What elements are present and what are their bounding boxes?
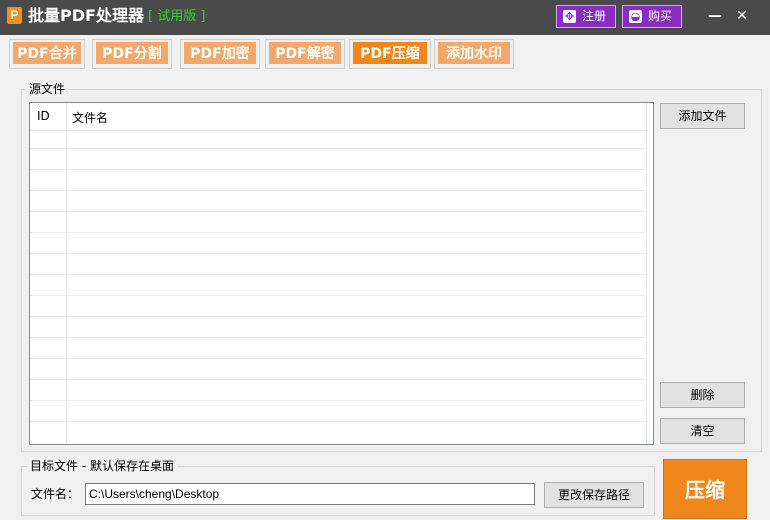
target-group-title: 目标文件 - 默认保存在桌面 xyxy=(27,458,177,474)
add-file-button[interactable]: 添加文件 xyxy=(660,103,745,129)
row-line xyxy=(30,337,646,338)
tab-label: 添加水印 xyxy=(438,42,510,64)
register-label: 注册 xyxy=(582,9,607,23)
row-line xyxy=(30,295,646,296)
row-line xyxy=(30,379,646,380)
close-button[interactable]: ✕ xyxy=(731,6,753,26)
tab-label: PDF解密 xyxy=(269,42,341,64)
list-header: ID 文件名 xyxy=(30,103,646,131)
row-line xyxy=(30,316,646,317)
row-line xyxy=(30,148,646,149)
app-logo-icon: P xyxy=(7,7,22,24)
tab-add-watermark[interactable]: 添加水印 xyxy=(434,39,514,69)
column-header-id[interactable]: ID xyxy=(37,109,50,123)
row-line xyxy=(30,274,646,275)
column-header-filename[interactable]: 文件名 xyxy=(72,109,108,126)
app-title: 批量PDF处理器 xyxy=(28,6,144,25)
row-line xyxy=(30,253,646,254)
column-divider xyxy=(646,103,647,444)
edition-label: [ 试用版 ] xyxy=(148,9,206,24)
row-line xyxy=(30,232,646,233)
delete-button[interactable]: 删除 xyxy=(660,382,745,408)
row-line xyxy=(30,400,646,401)
tab-label: PDF压缩 xyxy=(353,42,427,64)
row-line xyxy=(30,190,646,191)
buy-label: 购买 xyxy=(648,9,673,23)
minimize-button[interactable]: — xyxy=(704,6,726,26)
tab-pdf-split[interactable]: PDF分割 xyxy=(92,39,172,69)
clear-button[interactable]: 清空 xyxy=(660,418,745,444)
tab-pdf-merge[interactable]: PDF合并 xyxy=(9,39,85,69)
row-line xyxy=(30,169,646,170)
row-line xyxy=(30,211,646,212)
cart-icon: ◒ xyxy=(629,10,642,23)
tab-pdf-encrypt[interactable]: PDF加密 xyxy=(180,39,260,69)
row-line xyxy=(30,421,646,422)
filename-label: 文件名： xyxy=(31,487,80,501)
file-list[interactable]: ID 文件名 xyxy=(29,102,654,445)
tab-label: PDF加密 xyxy=(184,42,256,64)
change-save-path-button[interactable]: 更改保存路径 xyxy=(544,482,644,508)
buy-button[interactable]: ◒ 购买 xyxy=(622,5,682,28)
tab-pdf-compress[interactable]: PDF压缩 xyxy=(349,39,431,69)
tab-pdf-decrypt[interactable]: PDF解密 xyxy=(265,39,345,69)
title-bar: P 批量PDF处理器 [ 试用版 ] ✥ 注册 ◒ 购买 — ✕ xyxy=(0,0,770,35)
tab-label: PDF分割 xyxy=(96,42,168,64)
source-group-title: 源文件 xyxy=(26,81,69,97)
tab-label: PDF合并 xyxy=(13,42,81,64)
register-button[interactable]: ✥ 注册 xyxy=(556,5,616,28)
row-line xyxy=(30,358,646,359)
register-icon: ✥ xyxy=(563,10,576,23)
compress-button[interactable]: 压缩 xyxy=(663,459,747,519)
save-path-input[interactable]: C:\Users\cheng\Desktop xyxy=(85,483,535,505)
